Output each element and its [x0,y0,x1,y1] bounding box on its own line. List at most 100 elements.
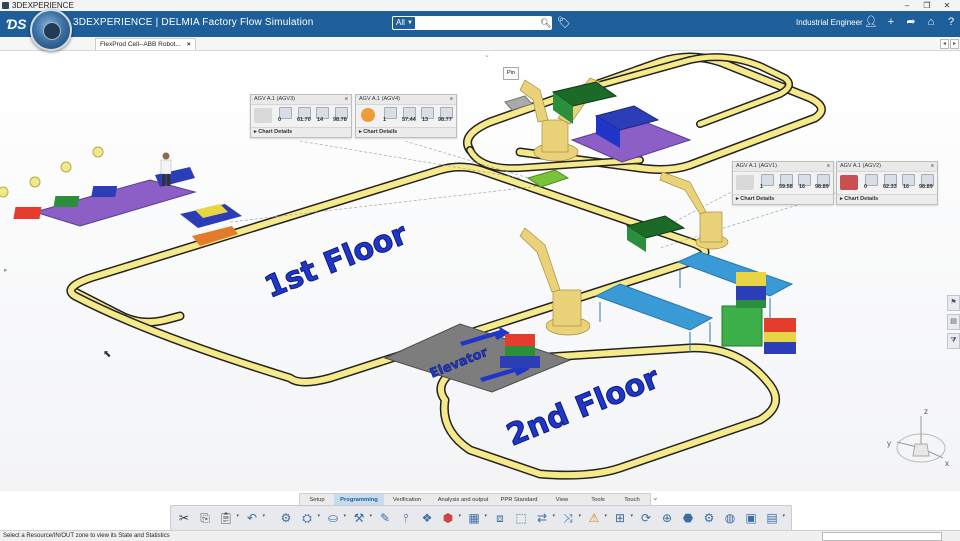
agv-panel-agv1[interactable]: AGV A.1 (AGV1) ≡ 1 59.58 16 98.89 ▸ Chart… [732,161,834,205]
panel-menu-icon[interactable]: ≡ [827,162,830,171]
conveyor-icon[interactable]: ▦ ▾ [465,509,487,527]
factory-scene: 1st Floor 2nd Floor Elevator [0,52,846,480]
route-icon[interactable]: ⤨ ▾ [559,509,581,527]
close-window-button[interactable]: ✕ [940,0,954,11]
zone-icon[interactable]: ⬚ [512,509,530,527]
tab-scroll-right-icon[interactable]: ▸ [950,39,959,49]
chart-details-label: Chart Details [258,129,293,135]
agv-stat-3: 16 [799,184,806,190]
report-icon[interactable]: ▤ ▾ [763,509,785,527]
flag-icon[interactable]: ⚑ [947,295,960,311]
add-icon[interactable]: + [884,15,898,29]
tab-scroll-left-icon[interactable]: ◂ [940,39,949,49]
user-icon[interactable]: 👤︎ [864,15,878,29]
agv-stat-2: 59.58 [779,184,793,190]
expand-top-icon[interactable]: ⌄ [484,51,490,59]
compass-widget-icon[interactable] [30,9,72,51]
pen-icon[interactable]: ✎ [376,509,394,527]
agv-panel-agv4[interactable]: AGV A.1 (AGV4) ≡ 1 57.44 13 98.77 ▸ Chart… [355,94,457,138]
expand-left-icon[interactable]: ▸ [4,266,8,274]
agv-vehicle-icon [840,175,858,190]
panel-menu-icon[interactable]: ≡ [450,95,453,104]
copy-icon[interactable]: ⎘ [196,509,214,527]
line-icon[interactable]: ⫯ [397,509,415,527]
path-icon[interactable]: ⚒ ▾ [350,509,372,527]
product-icon[interactable]: ❖ [418,509,436,527]
mouse-cursor-icon: ⬉ [103,349,112,360]
search-box: All ▼ 🔍︎ [392,16,552,30]
analyze-icon[interactable]: ⊕ [658,509,676,527]
chart-details-label: Chart Details [740,196,775,202]
search-scope-label: All [396,18,405,27]
search-input[interactable] [418,17,534,29]
flow-icon[interactable]: ⇄ ▾ [533,509,555,527]
axis-y-label: y [887,439,891,448]
side-toolbar: ⚑ ▤ ⧩ [947,295,960,352]
agv-panel-title: AGV A.1 (AGV1) [736,163,777,169]
cut-icon[interactable]: ✂ [175,509,193,527]
agv-stat-4: 98.77 [438,117,452,123]
agv-stat-4: 98.89 [919,184,933,190]
user-role-label[interactable]: Industrial Engineer [796,18,863,27]
pin-button[interactable]: Pin [503,67,519,80]
chart-details-link[interactable]: ▸ Chart Details [251,127,351,137]
agv-left [180,204,242,246]
help-icon[interactable]: ? [944,15,958,29]
floor1-label: 1st Floor [260,217,413,306]
status-bar: Select a Resource/IN/OUT zone to view it… [0,530,960,541]
warning-icon[interactable]: ⚠ ▾ [585,509,607,527]
agv-stat-1: 1 [760,184,764,190]
agv-stat-2: 62.33 [883,184,897,190]
document-tab[interactable]: FlexProd Cell--ABB Robot... × [95,38,196,50]
app-title: 3DEXPERIENCE | DELMIA Factory Flow Simul… [73,17,314,28]
maximize-button[interactable]: ❐ [920,0,934,11]
search-scope-dropdown[interactable]: All ▼ [393,17,415,29]
simulate-icon[interactable]: ⟳ [637,509,655,527]
search-icon[interactable]: 🔍︎ [540,17,551,29]
close-tab-icon[interactable]: × [187,41,191,48]
buffer-icon[interactable]: ⧈ [491,509,509,527]
station-icon[interactable]: ⛀ ▾ [324,509,346,527]
agv-stat-3: 13 [422,117,429,123]
agv-vehicle-icon [254,108,272,123]
globe-icon[interactable]: ◍ [721,509,739,527]
source-icon[interactable]: ⬢ ▾ [439,509,461,527]
robot-icon[interactable]: ⛭ ▾ [298,509,320,527]
axis-compass-widget[interactable]: z y x [885,404,955,484]
3d-viewport[interactable]: 1st Floor 2nd Floor Elevator AGV A.1 (AG… [0,51,960,491]
agv-stat-1: 0 [278,117,282,123]
action-toolbar: ✂ ⎘ 📋︎ ▾ ↶ ▾ ⚙ ⛭ ▾ ⛀ ▾ ⚒ ▾ ✎ ⫯ ❖ ⬢ ▾ ▦ ▾ ⧈ ⬚ ⇄ ▾… [170,505,792,532]
agv-vehicle-icon [736,175,754,190]
agv-stat-3: 14 [317,117,324,123]
chart-details-label: Chart Details [363,129,398,135]
chart-details-link[interactable]: ▸ Chart Details [733,194,833,204]
resource-icon[interactable]: ⚙ [277,509,295,527]
image-icon[interactable]: ▣ [742,509,760,527]
panel-menu-icon[interactable]: ≡ [345,95,348,104]
chart-details-link[interactable]: ▸ Chart Details [837,194,937,204]
minimize-button[interactable]: – [900,0,914,11]
monitor-icon[interactable]: ⊞ ▾ [611,509,633,527]
chart-details-label: Chart Details [844,196,879,202]
document-tab-label: FlexProd Cell--ABB Robot... [100,41,181,48]
stats-icon[interactable]: ▤ [947,314,960,330]
panel-menu-icon[interactable]: ≡ [931,162,934,171]
agv-panel-agv3[interactable]: AGV A.1 (AGV3) ≡ 0 61.70 14 98.78 ▸ Chart… [250,94,352,138]
paste-icon[interactable]: 📋︎ ▾ [217,509,239,527]
filter-icon[interactable]: ⧩ [947,333,960,349]
agv-vehicle-icon [361,108,375,122]
axis-x-label: x [945,459,949,468]
tag-icon[interactable]: 🏷︎ [557,16,571,29]
agv-panel-agv2[interactable]: AGV A.1 (AGV2) ≡ 0 62.33 16 98.89 ▸ Chart… [836,161,938,205]
agv-stat-2: 61.70 [297,117,311,123]
ds-logo-icon[interactable]: ƊS [6,15,26,33]
undo-icon[interactable]: ↶ ▾ [243,509,265,527]
home-icon[interactable]: ⌂ [924,15,938,29]
tag-tool-icon[interactable]: ⬣ [679,509,697,527]
chart-details-link[interactable]: ▸ Chart Details [356,127,456,137]
agv-stat-1: 1 [383,117,387,123]
collapse-tabs-icon[interactable]: ⌄ [652,493,659,502]
share-icon[interactable]: ➦ [904,15,918,29]
agv-stat-4: 98.78 [333,117,347,123]
settings-icon[interactable]: ⚙ [700,509,718,527]
